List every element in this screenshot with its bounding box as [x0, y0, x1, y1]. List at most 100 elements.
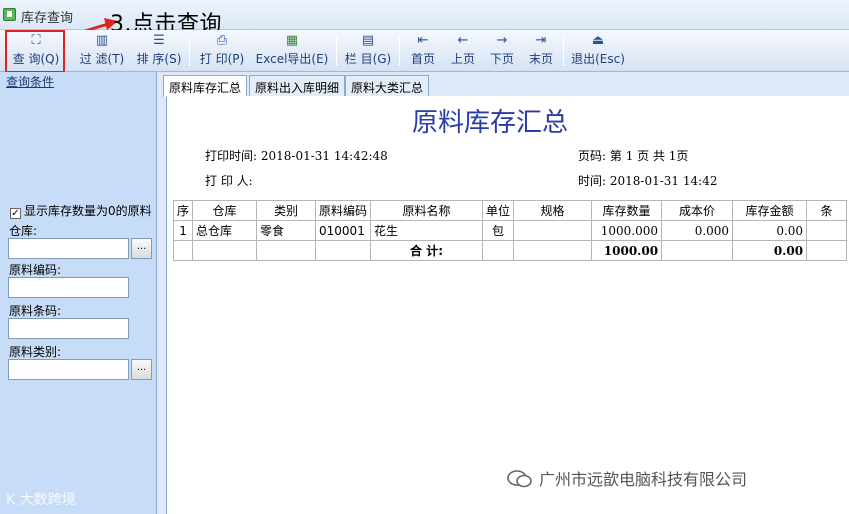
- last-page-button[interactable]: ⇥ 末页: [523, 32, 559, 70]
- total-empty-cell: [172, 240, 194, 261]
- show-zero-stock-checkbox[interactable]: ✓ 显示库存数量为0的原料: [10, 202, 152, 219]
- toolbar-separator: [399, 36, 400, 66]
- warehouse-picker-button[interactable]: ...: [131, 238, 152, 259]
- printer-icon: ⎙: [216, 33, 228, 48]
- stock-summary-table: 序 仓库 类别 原料编码 原料名称 单位 规格 库存数量 成本价 库存金额 条 …: [172, 200, 848, 261]
- watermark-company: 广州市远歆电脑科技有限公司: [539, 470, 748, 489]
- column-header: 原料名称: [370, 200, 484, 221]
- column-header: 库存金额: [732, 200, 808, 221]
- filter-icon: ▥: [95, 33, 109, 48]
- first-page-button[interactable]: ⇤ 首页: [405, 32, 441, 70]
- print-time-label: 打印时间:: [205, 149, 258, 163]
- total-empty-cell: [315, 240, 372, 261]
- table-row[interactable]: 1 总仓库 零食 010001 花生 包 1000.000 0.000 0.00: [172, 220, 848, 241]
- total-empty-cell: [806, 240, 848, 261]
- print-time-value: 2018-01-31 14:42:48: [260, 149, 388, 163]
- columns-button-label: 栏 目(G): [344, 52, 392, 66]
- column-header: 原料编码: [315, 200, 372, 221]
- cell-material-name: 花生: [370, 220, 484, 241]
- total-empty-cell: [513, 240, 593, 261]
- cell-warehouse: 总仓库: [192, 220, 258, 241]
- next-page-button[interactable]: → 下页: [484, 32, 520, 70]
- cell-material-code: 010001: [315, 220, 372, 241]
- cell-category: 零食: [256, 220, 317, 241]
- exit-button-label: 退出(Esc): [571, 52, 625, 66]
- first-page-icon: ⇤: [417, 33, 429, 48]
- total-label: 合 计:: [370, 240, 484, 261]
- columns-icon: ▤: [361, 33, 375, 48]
- material-category-label: 原料类别:: [9, 345, 62, 359]
- column-header: 规格: [513, 200, 593, 221]
- printer: 打 印 人:: [205, 172, 253, 189]
- toolbar-separator: [336, 36, 337, 66]
- cell-index: 1: [172, 220, 194, 241]
- total-empty-cell: [482, 240, 515, 261]
- material-barcode-label: 原料条码:: [9, 304, 62, 318]
- sort-button[interactable]: ☰ 排 序(S): [133, 32, 185, 70]
- watermark-right: 广州市远歆电脑科技有限公司: [507, 466, 747, 490]
- toolbar-separator: [189, 36, 190, 66]
- column-header: 条: [806, 200, 848, 221]
- time-label: 时间:: [578, 174, 607, 188]
- material-category-picker-button[interactable]: ...: [131, 359, 152, 380]
- exit-button[interactable]: ⏏ 退出(Esc): [568, 32, 628, 70]
- sort-icon: ☰: [153, 33, 165, 48]
- excel-export-button[interactable]: ▦ Excel导出(E): [253, 32, 331, 70]
- report-area: 原料库存汇总 打印时间: 2018-01-31 14:42:48 打 印 人: …: [166, 96, 849, 514]
- tab-material-in-out-detail[interactable]: 原料出入库明细: [249, 75, 346, 96]
- print-button-label: 打 印(P): [199, 52, 245, 66]
- cell-unit: 包: [482, 220, 515, 241]
- prev-page-button-label: 上页: [450, 52, 475, 66]
- report-time: 时间: 2018-01-31 14:42: [578, 172, 717, 189]
- material-code-label: 原料编码:: [9, 263, 62, 277]
- cell-barcode: [806, 220, 848, 241]
- material-category-input[interactable]: [8, 359, 129, 380]
- column-header: 库存数量: [591, 200, 663, 221]
- cell-stock-amount: 0.00: [732, 220, 808, 241]
- total-empty-cell: [661, 240, 734, 261]
- filter-button-label: 过 滤(T): [79, 52, 125, 66]
- prev-page-button[interactable]: ← 上页: [445, 32, 481, 70]
- table-header-row: 序 仓库 类别 原料编码 原料名称 单位 规格 库存数量 成本价 库存金额 条: [172, 200, 848, 221]
- cell-stock-quantity: 1000.000: [591, 220, 663, 241]
- panel-header: 查询条件: [6, 75, 55, 89]
- next-page-button-label: 下页: [489, 52, 514, 66]
- cell-cost-price: 0.000: [661, 220, 734, 241]
- tab-material-stock-summary[interactable]: 原料库存汇总: [163, 75, 248, 97]
- column-header: 类别: [256, 200, 317, 221]
- print-button[interactable]: ⎙ 打 印(P): [196, 32, 248, 70]
- columns-button[interactable]: ▤ 栏 目(G): [341, 32, 395, 70]
- material-barcode-input[interactable]: [8, 318, 129, 339]
- total-empty-cell: [256, 240, 317, 261]
- column-header: 序: [172, 200, 194, 221]
- last-page-icon: ⇥: [535, 33, 547, 48]
- column-header: 仓库: [192, 200, 258, 221]
- watermark-left: K 大数跨境: [6, 492, 76, 508]
- toolbar-separator: [563, 36, 564, 66]
- tab-material-category-summary[interactable]: 原料大类汇总: [345, 75, 430, 96]
- filter-button[interactable]: ▥ 过 滤(T): [76, 32, 128, 70]
- printer-label: 打 印 人:: [205, 174, 253, 188]
- column-header: 成本价: [661, 200, 734, 221]
- warehouse-input[interactable]: [8, 238, 129, 259]
- sort-button-label: 排 序(S): [136, 52, 182, 66]
- wechat-icon: [507, 470, 532, 488]
- app-icon: [3, 8, 16, 21]
- column-header: 单位: [482, 200, 515, 221]
- toolbar: ⛶ 查 询(Q) ▥ 过 滤(T) ☰ 排 序(S) ⎙ 打 印(P) ▦ Ex…: [0, 30, 849, 72]
- arrow-left-icon: ←: [457, 33, 469, 48]
- material-code-input[interactable]: [8, 277, 129, 298]
- arrow-right-icon: →: [496, 33, 508, 48]
- cell-spec: [513, 220, 593, 241]
- total-amount: 0.00: [732, 240, 808, 261]
- page-info: 页码: 第 1 页 共 1页: [578, 147, 688, 164]
- total-empty-cell: [192, 240, 258, 261]
- show-zero-stock-label: 显示库存数量为0的原料: [24, 204, 152, 218]
- annotation-highlight-box: [5, 30, 65, 73]
- report-title: 原料库存汇总: [411, 108, 568, 138]
- total-quantity: 1000.00: [591, 240, 663, 261]
- first-page-button-label: 首页: [410, 52, 435, 66]
- query-conditions-panel: 查询条件 ✓ 显示库存数量为0的原料 仓库: ... 原料编码: 原料条码: 原料…: [0, 72, 157, 514]
- excel-export-button-label: Excel导出(E): [255, 52, 329, 66]
- print-time: 打印时间: 2018-01-31 14:42:48: [205, 147, 388, 164]
